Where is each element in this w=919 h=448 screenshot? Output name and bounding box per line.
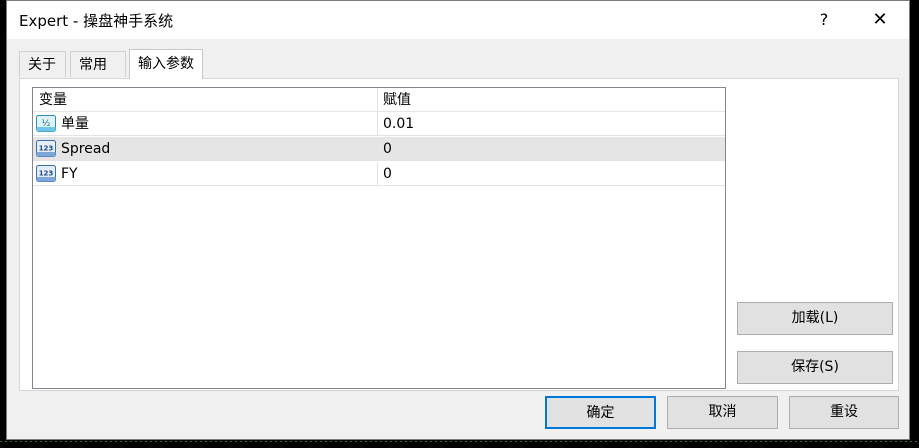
close-button[interactable]: ✕ bbox=[857, 1, 903, 39]
integer-type-icon: 123 bbox=[36, 140, 56, 157]
cell-divider bbox=[377, 112, 378, 136]
column-header-value[interactable]: 赋值 bbox=[383, 88, 411, 111]
parameters-grid: 变量 赋值 ½ 单量 0.01 123 Spread 0 123 FY 0 bbox=[32, 87, 726, 389]
column-header-variable[interactable]: 变量 bbox=[39, 88, 67, 111]
fraction-type-icon: ½ bbox=[36, 115, 56, 132]
param-name: 单量 bbox=[61, 116, 89, 132]
column-divider[interactable] bbox=[377, 88, 378, 111]
tab-inputs[interactable]: 输入参数 bbox=[129, 49, 203, 79]
param-name: FY bbox=[61, 166, 78, 182]
svg-text:123: 123 bbox=[39, 170, 54, 178]
table-row[interactable]: 123 Spread 0 bbox=[33, 137, 725, 161]
help-button[interactable]: ? bbox=[801, 1, 847, 39]
grid-header: 变量 赋值 bbox=[33, 88, 725, 112]
tab-common[interactable]: 常用 bbox=[70, 51, 126, 77]
background-chart-edge bbox=[910, 0, 919, 448]
inputs-panel: 变量 赋值 ½ 单量 0.01 123 Spread 0 123 FY 0 bbox=[19, 78, 899, 391]
expert-dialog: Expert - 操盘神手系统 ? ✕ 关于 常用 输入参数 变量 赋值 ½ 单… bbox=[6, 0, 910, 440]
ok-button[interactable]: 确定 bbox=[545, 396, 656, 429]
param-name: Spread bbox=[61, 141, 111, 157]
cell-divider bbox=[377, 162, 378, 186]
svg-text:½: ½ bbox=[42, 119, 51, 129]
reset-button[interactable]: 重设 bbox=[789, 396, 899, 429]
param-value[interactable]: 0.01 bbox=[383, 112, 414, 136]
window-title: Expert - 操盘神手系统 bbox=[19, 12, 174, 30]
background-grid-line bbox=[0, 441, 919, 442]
load-button[interactable]: 加载(L) bbox=[737, 302, 893, 335]
tab-about[interactable]: 关于 bbox=[19, 51, 66, 77]
table-row[interactable]: 123 FY 0 bbox=[33, 162, 725, 186]
cell-divider bbox=[377, 137, 378, 161]
param-value[interactable]: 0 bbox=[383, 137, 392, 161]
table-row[interactable]: ½ 单量 0.01 bbox=[33, 112, 725, 136]
title-bar: Expert - 操盘神手系统 ? ✕ bbox=[7, 1, 909, 39]
cancel-button[interactable]: 取消 bbox=[667, 396, 778, 429]
svg-text:123: 123 bbox=[39, 145, 54, 153]
integer-type-icon: 123 bbox=[36, 165, 56, 182]
param-value[interactable]: 0 bbox=[383, 162, 392, 186]
save-button[interactable]: 保存(S) bbox=[737, 351, 893, 384]
